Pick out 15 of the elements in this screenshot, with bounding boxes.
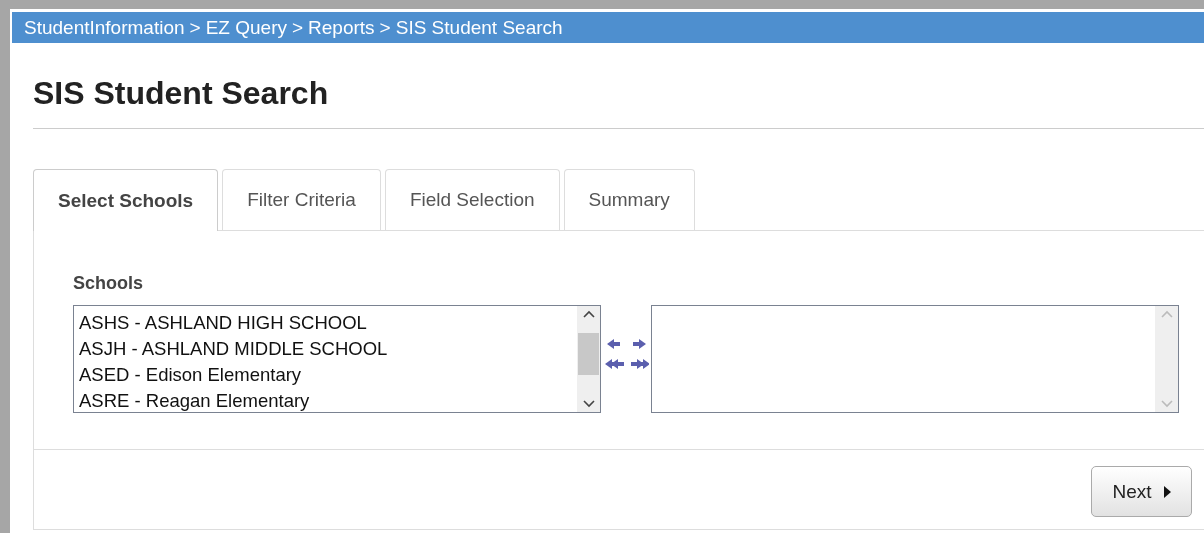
list-item[interactable]: ASED - Edison Elementary [79,362,572,388]
breadcrumb-separator: > [189,16,201,39]
field-label: Schools [73,273,143,294]
tab[interactable]: Select Schools [33,169,219,231]
page-title: SIS Student Search [33,74,330,113]
next-button[interactable]: Next [1091,466,1192,517]
available-schools-list[interactable]: ASHS - ASHLAND HIGH SCHOOL ASJH - ASHLAND MIDDLE SCHOOL ASED - Edison Elementary ASRE - Reagan Elementary [73,305,601,413]
list-item[interactable]: ASRE - Reagan Elementary [79,388,572,414]
breadcrumb-separator: > [379,16,391,39]
list-item[interactable]: ASJH - ASHLAND MIDDLE SCHOOL [79,336,572,362]
list-item[interactable]: ASHS - ASHLAND HIGH SCHOOL [79,310,572,336]
tab[interactable]: Field Selection [384,169,560,230]
tab[interactable]: Summary [563,169,695,230]
breadcrumb-separator: > [291,16,304,39]
tab[interactable]: Filter Criteria [222,169,381,230]
